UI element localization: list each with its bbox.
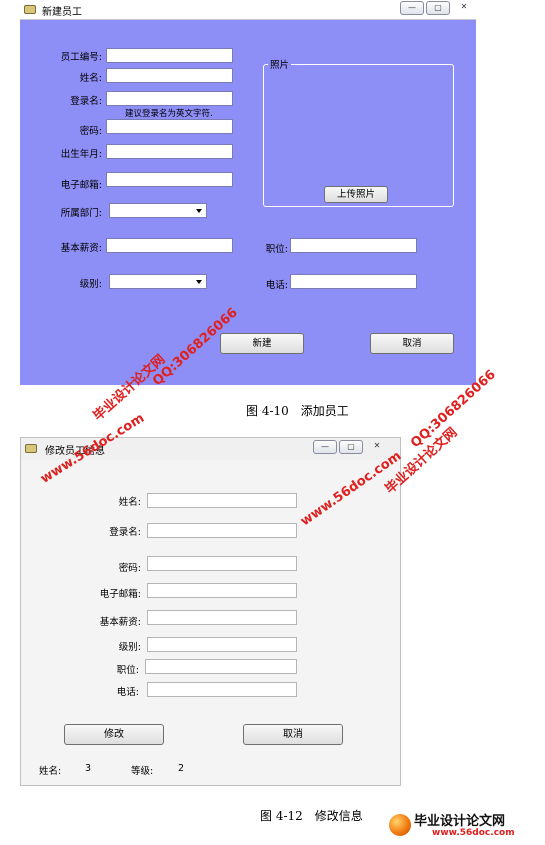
password-input[interactable] [106, 119, 233, 134]
phone-input[interactable] [290, 274, 417, 289]
figure-caption-4-12: 图 4-12 修改信息 [260, 809, 363, 823]
cancel-button[interactable]: 取消 [370, 333, 454, 354]
position-label: 职位: [116, 665, 139, 676]
name-input[interactable] [147, 493, 297, 508]
birth-input[interactable] [106, 144, 233, 159]
window-title: 新建员工 [42, 7, 82, 18]
department-select[interactable] [109, 203, 207, 218]
photo-group-title: 照片 [268, 57, 292, 71]
level-label: 级别: [79, 279, 102, 290]
status-grade-label: 等级: [131, 766, 154, 777]
salary-input[interactable] [106, 238, 233, 253]
photo-group: 照片 上传照片 [263, 57, 454, 207]
password-label: 密码: [118, 563, 141, 574]
email-label: 电子邮箱: [99, 589, 141, 600]
status-name-value: 3 [85, 763, 92, 774]
login-label: 登录名: [109, 527, 141, 538]
email-input[interactable] [106, 172, 233, 187]
modify-button[interactable]: 修改 [64, 724, 164, 745]
salary-label: 基本薪资: [99, 617, 141, 628]
phone-label: 电话: [116, 687, 139, 698]
upload-photo-button[interactable]: 上传照片 [324, 186, 388, 203]
name-label: 姓名: [118, 497, 141, 508]
chevron-down-icon [196, 209, 202, 213]
level-input[interactable] [147, 637, 297, 652]
department-label: 所属部门: [60, 208, 102, 219]
salary-label: 基本薪资: [60, 243, 102, 254]
email-input[interactable] [147, 583, 297, 598]
status-name-label: 姓名: [39, 766, 62, 777]
employee-id-label: 员工编号: [60, 52, 102, 63]
close-icon[interactable]: ✕ [452, 1, 476, 15]
password-input[interactable] [147, 556, 297, 571]
email-label: 电子邮箱: [60, 180, 102, 191]
app-icon [25, 444, 37, 453]
cancel-button[interactable]: 取消 [243, 724, 343, 745]
logo-site-name: 毕业设计论文网 [414, 814, 506, 829]
name-input[interactable] [106, 68, 233, 83]
close-icon[interactable]: ✕ [365, 440, 389, 454]
title-bar: 新建员工 — ▢ ✕ [20, 0, 476, 20]
salary-input[interactable] [147, 610, 297, 625]
figure-caption-4-10: 图 4-10 添加员工 [246, 404, 349, 418]
status-grade-value: 2 [178, 763, 185, 774]
birth-label: 出生年月: [60, 149, 102, 160]
app-icon [24, 5, 36, 14]
create-button[interactable]: 新建 [220, 333, 304, 354]
level-label: 级别: [118, 642, 141, 653]
position-input[interactable] [290, 238, 417, 253]
login-input[interactable] [147, 523, 297, 538]
maximize-icon[interactable]: ▢ [426, 1, 450, 15]
phone-label: 电话: [265, 280, 288, 291]
position-input[interactable] [145, 659, 297, 674]
phone-input[interactable] [147, 682, 297, 697]
employee-id-input[interactable] [106, 48, 233, 63]
new-employee-window: 新建员工 — ▢ ✕ 员工编号: 姓名: 登录名: 建议登录名为英文字符. 密码… [20, 0, 476, 385]
name-label: 姓名: [79, 73, 102, 84]
minimize-icon[interactable]: — [313, 440, 337, 454]
level-select[interactable] [109, 274, 207, 289]
maximize-icon[interactable]: ▢ [339, 440, 363, 454]
login-input[interactable] [106, 91, 233, 106]
password-label: 密码: [79, 126, 102, 137]
login-hint: 建议登录名为英文字符. [125, 109, 213, 119]
chevron-down-icon [196, 280, 202, 284]
position-label: 职位: [265, 244, 288, 255]
minimize-icon[interactable]: — [400, 1, 424, 15]
site-logo-icon [389, 814, 411, 836]
login-label: 登录名: [70, 96, 102, 107]
logo-url: www.56doc.com [432, 828, 515, 838]
